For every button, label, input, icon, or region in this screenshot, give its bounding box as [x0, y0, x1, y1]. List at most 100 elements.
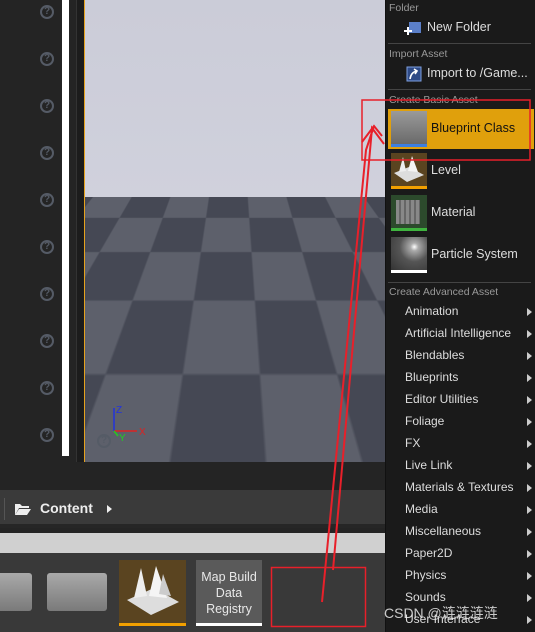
- folder-tile[interactable]: [47, 573, 107, 611]
- menu-item-material[interactable]: Material: [388, 193, 534, 233]
- menu-item-import[interactable]: Import to /Game...: [386, 65, 534, 85]
- submenu-materials-textures[interactable]: Materials & Textures: [386, 479, 534, 499]
- divider: [388, 89, 531, 90]
- submenu-arrow-icon: [527, 550, 532, 558]
- help-icon[interactable]: ?: [40, 428, 54, 442]
- level-viewport[interactable]: [84, 0, 385, 462]
- new-folder-label: New Folder: [427, 20, 491, 34]
- submenu-label: Materials & Textures: [405, 480, 514, 494]
- level-asset-tile[interactable]: [119, 560, 186, 626]
- axis-gizmo-icon: Z X Y: [113, 405, 146, 444]
- menu-item-new-folder[interactable]: New Folder: [386, 19, 534, 39]
- level-icon: [127, 566, 179, 615]
- submenu-arrow-icon: [527, 616, 532, 624]
- path-bar: Content: [0, 490, 385, 528]
- level-icon: [391, 153, 427, 189]
- breadcrumb-chevron-icon[interactable]: [107, 505, 112, 513]
- import-label: Import to /Game...: [427, 66, 528, 80]
- submenu-arrow-icon: [527, 594, 532, 602]
- submenu-paper2d[interactable]: Paper2D: [386, 545, 534, 565]
- menu-item-level[interactable]: Level: [388, 151, 534, 191]
- help-icon[interactable]: ?: [40, 287, 54, 301]
- section-basic: Create Basic Asset: [389, 94, 478, 106]
- axis-x-label: X: [139, 427, 146, 438]
- submenu-arrow-icon: [527, 572, 532, 580]
- section-import: Import Asset: [389, 48, 448, 60]
- breadcrumb-content[interactable]: Content: [40, 500, 93, 516]
- filter-bar: [0, 533, 385, 553]
- help-icon[interactable]: ?: [40, 193, 54, 207]
- submenu-arrow-icon: [527, 484, 532, 492]
- submenu-live-link[interactable]: Live Link: [386, 457, 534, 477]
- blueprint-icon: [391, 111, 427, 147]
- submenu-label: Physics: [405, 568, 447, 582]
- submenu-blueprints[interactable]: Blueprints: [386, 369, 534, 389]
- submenu-arrow-icon: [527, 308, 532, 316]
- asset-grid: Map Build Data Registry: [0, 553, 385, 632]
- help-icon[interactable]: ?: [40, 52, 54, 66]
- help-icon[interactable]: ?: [40, 5, 54, 19]
- submenu-arrow-icon: [527, 528, 532, 536]
- submenu-arrow-icon: [527, 506, 532, 514]
- submenu-label: Artificial Intelligence: [405, 326, 512, 340]
- particle-icon: [391, 237, 427, 273]
- submenu-label: Animation: [405, 304, 459, 318]
- submenu-media[interactable]: Media: [386, 501, 534, 521]
- submenu-label: Editor Utilities: [405, 392, 479, 406]
- submenu-foliage[interactable]: Foliage: [386, 413, 534, 433]
- help-icon[interactable]: ?: [40, 146, 54, 160]
- panel-gap: [0, 462, 385, 490]
- axis-z-label: Z: [116, 405, 122, 416]
- submenu-arrow-icon: [527, 418, 532, 426]
- help-icon[interactable]: ?: [40, 334, 54, 348]
- submenu-label: Media: [405, 502, 438, 516]
- submenu-arrow-icon: [527, 440, 532, 448]
- menu-item-particle-system[interactable]: Particle System: [388, 235, 534, 275]
- help-icon[interactable]: ?: [40, 240, 54, 254]
- folder-open-icon: [15, 504, 31, 515]
- submenu-label: Live Link: [405, 458, 453, 472]
- add-new-menu: Folder New Folder Import Asset Import to…: [385, 0, 535, 632]
- submenu-label: Blueprints: [405, 370, 459, 384]
- panel-splitter[interactable]: [76, 0, 84, 462]
- submenu-arrow-icon: [527, 330, 532, 338]
- help-icon[interactable]: ?: [40, 381, 54, 395]
- submenu-arrow-icon: [527, 374, 532, 382]
- submenu-label: Paper2D: [405, 546, 453, 560]
- axis-y-label: Y: [119, 433, 126, 444]
- submenu-label: FX: [405, 436, 421, 450]
- material-icon: [391, 195, 427, 231]
- import-icon: [406, 66, 422, 82]
- blueprint-class-label: Blueprint Class: [431, 121, 516, 135]
- submenu-miscellaneous[interactable]: Miscellaneous: [386, 523, 534, 543]
- submenu-animation[interactable]: Animation: [386, 303, 534, 323]
- submenu-label: Blendables: [405, 348, 465, 362]
- submenu-physics[interactable]: Physics: [386, 567, 534, 587]
- submenu-arrow-icon: [527, 396, 532, 404]
- divider: [388, 43, 531, 44]
- submenu-label: Sounds: [405, 590, 446, 604]
- submenu-label: Foliage: [405, 414, 445, 428]
- submenu-arrow-icon: [527, 352, 532, 360]
- watermark: CSDN @涟涟涟涟: [384, 605, 498, 621]
- section-folder: Folder: [389, 2, 419, 14]
- material-label: Material: [431, 205, 476, 219]
- help-icon[interactable]: ?: [97, 434, 111, 448]
- section-advanced: Create Advanced Asset: [389, 286, 499, 298]
- submenu-label: Miscellaneous: [405, 524, 482, 538]
- submenu-blendables[interactable]: Blendables: [386, 347, 534, 367]
- menu-item-blueprint-class[interactable]: Blueprint Class: [388, 109, 534, 149]
- help-icon[interactable]: ?: [40, 99, 54, 113]
- divider: [388, 282, 531, 283]
- folder-tile[interactable]: [0, 573, 32, 611]
- submenu-arrow-icon: [527, 462, 532, 470]
- divider: [4, 498, 5, 520]
- submenu-artificial-intelligence[interactable]: Artificial Intelligence: [386, 325, 534, 345]
- new-folder-icon: [404, 22, 421, 35]
- particle-system-label: Particle System: [431, 247, 518, 261]
- scrollbar[interactable]: [62, 0, 69, 456]
- submenu-editor-utilities[interactable]: Editor Utilities: [386, 391, 534, 411]
- map-build-data-registry-tile[interactable]: Map Build Data Registry: [196, 560, 262, 626]
- submenu-fx[interactable]: FX: [386, 435, 534, 455]
- level-label: Level: [431, 163, 461, 177]
